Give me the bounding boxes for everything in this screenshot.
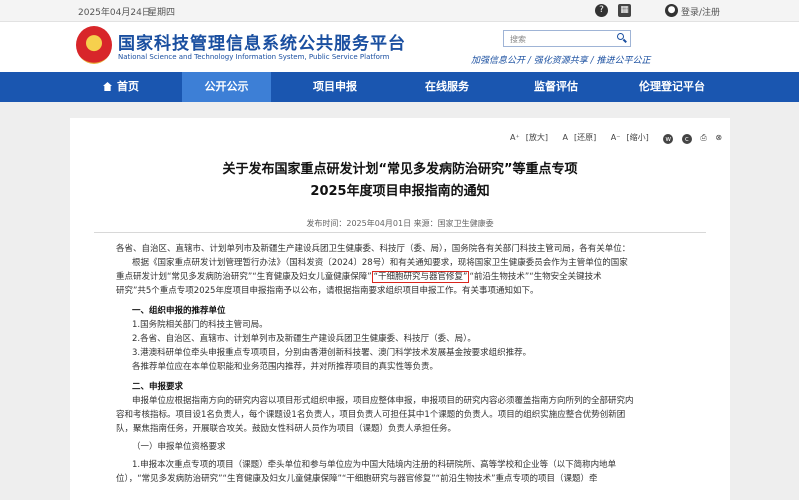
article-title-line2: 2025年度项目申报指南的通知: [310, 184, 490, 199]
wechat-share-icon[interactable]: c: [681, 134, 692, 144]
site-title[interactable]: 国家科技管理信息系统公共服务平台: [118, 29, 406, 54]
help-icon[interactable]: ?: [595, 4, 608, 17]
font-larger-icon: A⁺: [510, 133, 520, 142]
article-title: 关于发布国家重点研发计划“常见多发病防治研究”等重点专项: [222, 162, 578, 177]
article-panel: A⁺ [放大] A [还原] A⁻ [缩小] w c ⎙ ⊗ 关于发布国家重点研发计划…: [70, 118, 730, 500]
list-item: 3.港澳科研单位牵头申报重点专项项目，分别由香港创新科技署、澳门科学技术发展基金…: [132, 348, 532, 358]
current-weekday: 星期四: [148, 8, 176, 18]
article-toolbar: A⁺ [放大] A [还原] A⁻ [缩小] w c ⎙ ⊗: [510, 132, 728, 144]
national-emblem-logo: [76, 26, 112, 64]
font-reset-icon: A: [562, 133, 568, 142]
paragraph-line: 申报单位应根据指南方向的研究内容以项目形式组织申报，项目应整体申报，申报项目的研…: [132, 396, 634, 406]
nav-item-ethics-platform[interactable]: 伦理登记平台: [624, 72, 720, 102]
nav-item-supervision[interactable]: 监督评估: [521, 72, 591, 102]
list-item: 1.国务院相关部门的科技主管司局。: [132, 320, 268, 330]
zoom-out-button[interactable]: A⁻ [缩小]: [611, 133, 655, 142]
search-input[interactable]: 搜索: [503, 30, 631, 47]
nav-item-home[interactable]: 首页: [92, 72, 150, 102]
paragraph-line: 重点研发计划“常见多发病防治研究”“生育健康及妇女儿童健康保障” “干细胞研究与器…: [116, 271, 602, 283]
nav-item-online-service[interactable]: 在线服务: [412, 72, 482, 102]
paragraph-line: 位），“常见多发病防治研究”“生育健康及妇女儿童健康保障”“干细胞研究与器官修复…: [116, 474, 598, 484]
top-info-bar: 2025年04月24日 星期四 ? ▦ ● 登录/注册: [0, 0, 799, 22]
site-slogan: 加强信息公开 / 强化资源共享 / 推进公平公正: [471, 56, 651, 66]
search-icon[interactable]: [617, 33, 627, 43]
section-heading: 二、申报要求: [132, 382, 184, 392]
main-nav: 首页 公开公示 项目申报 在线服务 监督评估 伦理登记平台: [0, 72, 799, 102]
paragraph-line: 各省、自治区、直辖市、计划单列市及新疆生产建设兵团卫生健康委、科技厅（委、局），…: [116, 244, 631, 254]
apps-grid-icon[interactable]: ▦: [618, 4, 631, 17]
zoom-in-button[interactable]: A⁺ [放大]: [510, 133, 554, 142]
list-item: 2.各省、自治区、直辖市、计划单列市及新疆生产建设兵团卫生健康委、科技厅（委、局…: [132, 334, 476, 344]
home-icon: [103, 82, 112, 91]
nav-item-public-notice[interactable]: 公开公示: [182, 72, 271, 102]
print-icon[interactable]: ⎙: [700, 133, 706, 142]
close-icon[interactable]: ⊗: [715, 133, 722, 142]
font-smaller-icon: A⁻: [610, 133, 621, 142]
site-header: 国家科技管理信息系统公共服务平台 National Science and Te…: [0, 22, 799, 70]
paragraph-line: 队，聚焦指南任务，开展联合攻关。鼓励女性科研人员作为项目（课题）负责人承担任务。: [116, 424, 457, 434]
section-heading: 一、组织申报的推荐单位: [132, 306, 226, 316]
nav-item-project-application[interactable]: 项目申报: [300, 72, 370, 102]
nav-label-home: 首页: [117, 80, 139, 93]
paragraph-line: 研究”共5个重点专项2025年度项目申报指南予以公布，请根据指南要求组织项目申报…: [116, 286, 539, 296]
paragraph-line: 容和考核指标。项目设1名负责人，每个课题设1名负责人，项目负责人可担任其中1个课…: [116, 410, 626, 420]
highlighted-project-name: “干细胞研究与器官修复”: [371, 271, 470, 283]
article-meta: 发布时间：2025年04月01日 来源：国家卫生健康委: [306, 219, 494, 228]
zoom-reset-button[interactable]: A [还原]: [563, 133, 603, 142]
user-icon[interactable]: ●: [665, 4, 678, 17]
divider: [94, 232, 706, 233]
paragraph-line: 1.申报本次重点专项的项目（课题）牵头单位和参与单位应为中国大陆境内注册的科研院…: [132, 460, 617, 470]
login-register-link[interactable]: 登录/注册: [681, 5, 720, 18]
paragraph-line: 根据《国家重点研发计划管理暂行办法》（国科发资〔2024〕28号）和有关通知要求…: [132, 258, 628, 268]
current-date: 2025年04月24日: [78, 8, 151, 18]
site-subtitle: National Science and Technology Informat…: [118, 53, 390, 61]
weibo-share-icon[interactable]: w: [663, 134, 674, 144]
paragraph-line: 各推荐单位应在本单位职能和业务范围内推荐，并对所推荐项目的真实性等负责。: [132, 362, 439, 372]
subsection-heading: （一）申报单位资格要求: [132, 442, 226, 452]
